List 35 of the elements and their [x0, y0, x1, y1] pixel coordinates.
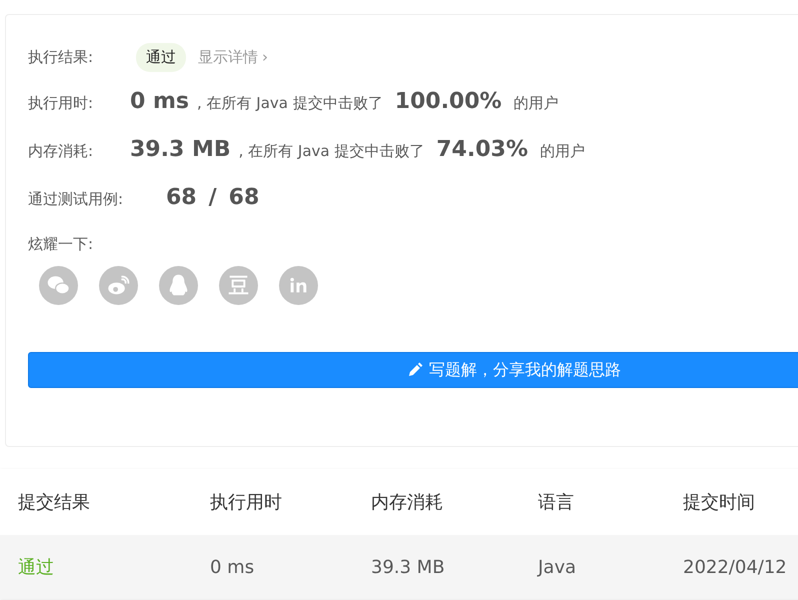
tests-total: 68	[228, 185, 260, 210]
stat-value: 39.3 MB	[130, 137, 231, 162]
stat-text: 的用户	[540, 142, 586, 161]
table-cell-text: 0 ms	[210, 556, 256, 578]
stat-value: 0 ms	[130, 89, 189, 114]
stat-percent: 100.00%	[394, 89, 502, 114]
column-header: 语言	[538, 491, 575, 514]
tests-label: 通过测试用例:	[28, 190, 124, 209]
linkedin-icon[interactable]	[279, 266, 318, 305]
stat-label: 执行用时:	[28, 94, 94, 113]
result-label: 执行结果:	[28, 48, 94, 66]
column-header: 执行用时	[210, 491, 283, 514]
stat-text: 的用户	[514, 94, 559, 113]
column-header: 提交时间	[683, 491, 756, 514]
stat-text: , 在所有 Java 提交中击败了	[197, 94, 383, 113]
tests-passed: 68	[166, 185, 197, 210]
share-label: 炫耀一下:	[28, 235, 94, 254]
status-badge: 通过	[136, 42, 186, 72]
stat-text: , 在所有 Java 提交中击败了	[238, 142, 424, 161]
tests-separator: /	[208, 185, 217, 210]
table-cell-text: 2022/04/12	[683, 556, 788, 578]
details-link[interactable]: 显示详情 ›	[198, 48, 268, 66]
pencil-icon	[407, 362, 423, 378]
status-link[interactable]: 通过	[18, 555, 210, 579]
weibo-icon[interactable]	[99, 266, 138, 305]
write-solution-button[interactable]: 写题解，分享我的解题思路	[28, 352, 798, 388]
table-cell-text: Java	[538, 556, 578, 578]
douban-icon[interactable]	[219, 266, 258, 305]
column-header: 提交结果	[18, 491, 91, 514]
table-cell-text: 39.3 MB	[371, 556, 446, 578]
chat-bubbles-icon[interactable]	[39, 266, 78, 305]
stat-percent: 74.03%	[436, 137, 528, 162]
penguin-icon[interactable]	[159, 266, 198, 305]
stat-label: 内存消耗:	[28, 142, 94, 161]
column-header: 内存消耗	[371, 491, 444, 514]
